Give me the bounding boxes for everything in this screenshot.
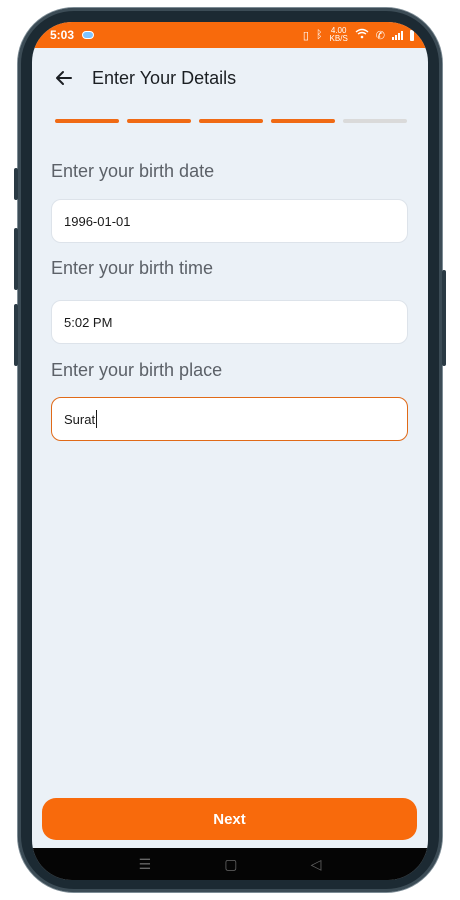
birth-place-value: Surat <box>64 411 96 427</box>
wifi-icon <box>355 28 369 42</box>
call-icon: ✆ <box>375 29 385 42</box>
birth-date-value: 1996-01-01 <box>64 213 131 229</box>
birth-time-field[interactable]: 5:02 PM <box>51 300 408 344</box>
back-arrow-icon <box>56 71 72 85</box>
birth-place-input[interactable]: Surat <box>51 397 408 441</box>
status-bar: 5:03 ▯ ᛒ 4.00 KB/S ✆ <box>32 22 428 48</box>
back-icon[interactable]: ◁ <box>311 856 322 873</box>
birth-time-label: Enter your birth time <box>51 258 214 278</box>
progress-step-4 <box>271 119 335 123</box>
app-header: Enter Your Details <box>32 48 428 108</box>
system-nav-bar: ☰ ▢ ◁ <box>32 848 428 880</box>
progress-stepper <box>55 119 407 123</box>
bluetooth-icon: ᛒ <box>315 29 323 41</box>
birth-time-value: 5:02 PM <box>64 314 113 330</box>
status-time: 5:03 <box>50 28 75 42</box>
network-speed: 4.00 KB/S <box>330 27 348 43</box>
power-button <box>442 270 446 366</box>
birth-place-label: Enter your birth place <box>51 360 223 380</box>
network-speed-unit: KB/S <box>329 34 348 43</box>
volume-button <box>14 168 18 200</box>
status-left: 5:03 <box>50 28 95 42</box>
phone-screen: 5:03 ▯ ᛒ 4.00 KB/S ✆ Enter Your Details … <box>32 22 428 880</box>
cloud-icon <box>82 31 95 39</box>
next-button-label: Next <box>213 810 246 828</box>
signal-icon <box>392 30 403 40</box>
birth-date-label: Enter your birth date <box>51 161 215 181</box>
back-button[interactable] <box>52 66 76 90</box>
battery-icon <box>410 29 414 41</box>
progress-step-2 <box>127 119 191 123</box>
progress-step-1 <box>55 119 119 123</box>
page-title: Enter Your Details <box>92 67 237 88</box>
progress-step-3 <box>199 119 263 123</box>
birth-date-field[interactable]: 1996-01-01 <box>51 199 408 243</box>
volume-button <box>14 304 18 366</box>
home-icon[interactable]: ▢ <box>224 856 237 873</box>
volume-button <box>14 228 18 290</box>
status-right: ▯ ᛒ 4.00 KB/S ✆ <box>303 27 414 43</box>
next-button[interactable]: Next <box>42 798 417 840</box>
menu-icon[interactable]: ☰ <box>139 856 152 873</box>
vibrate-icon: ▯ <box>302 29 309 42</box>
text-caret <box>96 410 98 428</box>
progress-step-5 <box>343 119 407 123</box>
